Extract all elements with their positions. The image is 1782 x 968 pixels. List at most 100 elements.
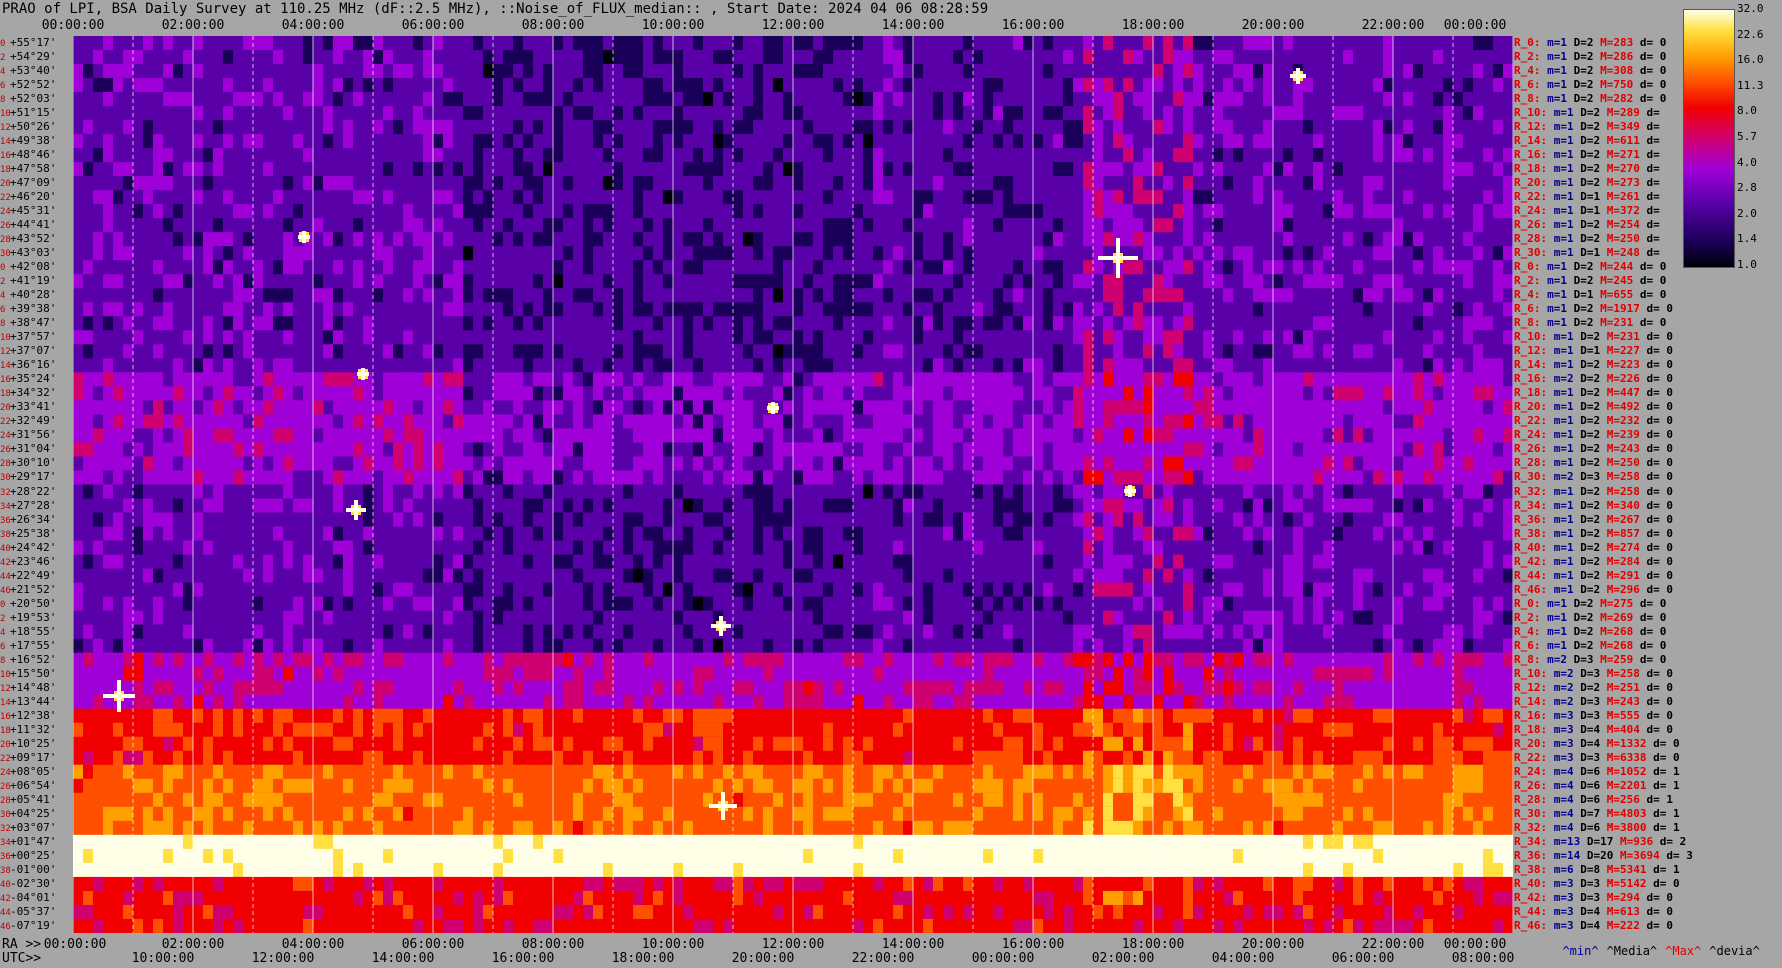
heatmap-cell xyxy=(723,526,733,542)
heatmap-cell xyxy=(1043,274,1053,289)
row-index: 30 xyxy=(0,473,11,484)
heatmap-cell xyxy=(983,708,993,724)
heatmap-cell xyxy=(453,246,463,261)
heatmap-cell xyxy=(1453,624,1463,640)
heatmap-cell xyxy=(553,218,563,233)
heatmap-cell xyxy=(453,456,463,471)
heatmap-cell xyxy=(593,148,603,163)
heatmap-cell xyxy=(1203,260,1213,275)
heatmap-cell xyxy=(573,64,583,79)
heatmap-cell xyxy=(933,260,943,275)
heatmap-cell xyxy=(183,50,193,65)
heatmap-cell xyxy=(613,596,623,612)
heatmap-cell xyxy=(1343,120,1353,135)
heatmap-cell xyxy=(603,344,613,359)
heatmap-cell xyxy=(203,386,213,401)
heatmap-cell xyxy=(1293,400,1303,415)
heatmap-cell xyxy=(883,736,893,752)
heatmap-cell xyxy=(473,554,483,570)
heatmap-cell xyxy=(1023,344,1033,359)
heatmap-cell xyxy=(1473,344,1483,359)
heatmap-cell xyxy=(1283,442,1293,457)
heatmap-cell xyxy=(1273,218,1283,233)
heatmap-cell xyxy=(763,638,773,654)
heatmap-cell xyxy=(363,386,373,401)
heatmap-cell xyxy=(223,106,233,121)
heatmap-cell xyxy=(1443,64,1453,79)
heatmap-cell xyxy=(993,246,1003,261)
heatmap-cell xyxy=(673,722,683,738)
heatmap-cell xyxy=(463,358,473,373)
heatmap-cell xyxy=(303,246,313,261)
heatmap-cell xyxy=(713,512,723,528)
heatmap-cell xyxy=(603,274,613,289)
heatmap-cell xyxy=(1163,512,1173,528)
heatmap-cell xyxy=(823,190,833,205)
heatmap-cell xyxy=(433,736,443,752)
row-index: 28 xyxy=(0,459,11,470)
heatmap-cell xyxy=(863,120,873,135)
heatmap-cell xyxy=(1263,78,1273,93)
heatmap-cell xyxy=(563,456,573,471)
heatmap-cell xyxy=(603,722,613,738)
heatmap-cell xyxy=(83,162,93,177)
heatmap-cell xyxy=(343,708,353,724)
spectrogram-plot[interactable] xyxy=(73,36,1513,933)
heatmap-cell xyxy=(313,92,323,107)
heatmap-cell xyxy=(753,134,763,149)
heatmap-cell xyxy=(1173,344,1183,359)
row-index: 26 xyxy=(0,221,11,232)
heatmap-cell xyxy=(473,400,483,415)
heatmap-cell xyxy=(1083,652,1093,668)
heatmap-cell xyxy=(1303,330,1313,345)
heatmap-cell xyxy=(833,36,843,51)
heatmap-cell xyxy=(1073,414,1083,429)
heatmap-cell xyxy=(703,694,713,710)
heatmap-cell xyxy=(563,190,573,205)
heatmap-cell xyxy=(493,470,503,485)
heatmap-cell xyxy=(793,400,803,415)
heatmap-cell xyxy=(263,400,273,415)
heatmap-cell xyxy=(1023,330,1033,345)
heatmap-cell xyxy=(1263,120,1273,135)
heatmap-cell xyxy=(433,358,443,373)
heatmap-cell xyxy=(463,708,473,724)
heatmap-cell xyxy=(153,302,163,317)
heatmap-cell xyxy=(763,148,773,163)
heatmap-cell xyxy=(273,204,283,219)
heatmap-cell xyxy=(993,232,1003,247)
dec-value: +49°38' xyxy=(10,134,57,148)
heatmap-cell xyxy=(303,568,313,584)
heatmap-cell xyxy=(1383,204,1393,219)
heatmap-cell xyxy=(783,204,793,219)
heatmap-cell xyxy=(183,540,193,556)
heatmap-cell xyxy=(553,484,563,500)
heatmap-cell xyxy=(883,274,893,289)
heatmap-cell xyxy=(883,260,893,275)
heatmap-cell xyxy=(193,386,203,401)
heatmap-cell xyxy=(893,260,903,275)
heatmap-cell xyxy=(1483,274,1493,289)
heatmap-cell xyxy=(1253,302,1263,317)
heatmap-cell xyxy=(943,456,953,471)
heatmap-cell xyxy=(1013,722,1023,738)
heatmap-cell xyxy=(1373,36,1383,51)
heatmap-cell xyxy=(203,610,213,626)
heatmap-cell xyxy=(843,36,853,51)
heatmap-cell xyxy=(1433,428,1443,443)
heatmap-cell xyxy=(843,274,853,289)
heatmap-cell xyxy=(483,512,493,528)
heatmap-cell xyxy=(623,694,633,710)
heatmap-cell xyxy=(103,78,113,93)
heatmap-cell xyxy=(1083,106,1093,121)
heatmap-cell xyxy=(1143,708,1153,724)
heatmap-cell xyxy=(913,624,923,640)
row-index: 20 xyxy=(0,403,11,414)
heatmap-cell xyxy=(1343,274,1353,289)
heatmap-cell xyxy=(433,554,443,570)
heatmap-cell xyxy=(173,288,183,303)
heatmap-cell xyxy=(203,260,213,275)
heatmap-cell xyxy=(703,176,713,191)
heatmap-cell xyxy=(1443,624,1453,640)
heatmap-cell xyxy=(743,708,753,724)
